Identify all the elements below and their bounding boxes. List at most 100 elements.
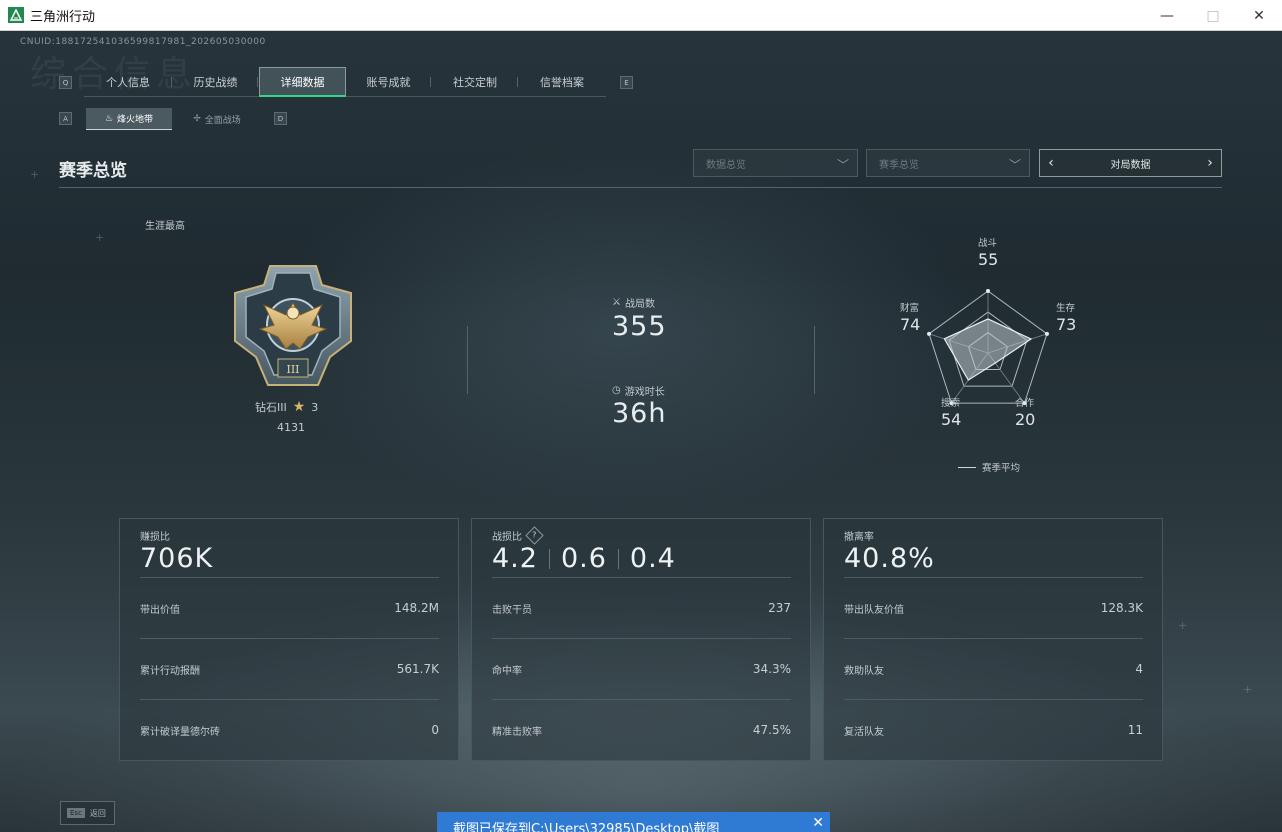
tab-reputation[interactable]: 信誉档案: [519, 67, 606, 97]
rank-stars: 3: [311, 400, 319, 414]
esc-key-hint: Esc: [67, 808, 85, 818]
tab-warfare[interactable]: ✢ 全面战场: [172, 108, 262, 130]
radar-axis-dot: [1044, 331, 1049, 336]
stat-row-label: 累计行动报酬: [140, 665, 200, 677]
panel-title-text: 战损比: [492, 532, 522, 543]
chevron-down-icon: ﹀: [836, 158, 849, 172]
rank-name: 钻石III: [255, 401, 287, 414]
stat-row-value: 11: [1127, 723, 1143, 737]
panel-title: 战损比 ?: [492, 526, 544, 545]
stat-row-value: 237: [768, 601, 791, 615]
panel-value-part: 40.8%: [844, 543, 935, 574]
matches-value: 355: [612, 311, 667, 342]
panel-value: 706K: [140, 543, 213, 574]
playtime-label: ◷ 游戏时长: [612, 383, 665, 398]
window-title: 三角洲行动: [30, 9, 96, 25]
tab-achievements[interactable]: 账号成就: [346, 67, 432, 97]
radar-axis-line: [987, 333, 1048, 354]
tab-personal-info[interactable]: 个人信息: [84, 67, 173, 97]
chevron-right-icon[interactable]: ›: [1199, 150, 1221, 176]
kd-panel: 战损比 ? 4.2 0.6 0.4 击败干员 237 命中率 34.3% 精准击…: [471, 518, 811, 761]
stat-row-value: 128.3K: [1100, 601, 1143, 615]
section-title: 赛季总览: [59, 161, 127, 181]
panel-value-part: 0.4: [629, 543, 676, 574]
stat-row: 救助队友 4: [844, 638, 1143, 699]
app-logo-icon: [8, 7, 24, 23]
stat-row-label: 带出价值: [140, 604, 180, 616]
stat-row-label: 复活队友: [844, 726, 884, 738]
radar-legend: 赛季平均: [958, 460, 1020, 474]
section-divider: [59, 187, 1222, 188]
panel-value-part: 4.2: [492, 543, 538, 574]
playtime-label-text: 游戏时长: [624, 387, 665, 398]
radar-legend-label: 赛季平均: [982, 463, 1021, 474]
hazard-zone-icon: ♨: [104, 113, 114, 124]
crosshair-decor-icon: +: [30, 168, 40, 181]
radar-series-area: [943, 318, 1033, 381]
panel-value-part: 706K: [140, 543, 214, 574]
stat-row: 累计破译量德尔砖 0: [140, 699, 439, 760]
rank-badge-icon: III: [230, 263, 356, 389]
chevron-left-icon[interactable]: ‹: [1040, 150, 1062, 176]
radar-value-search: 54: [941, 410, 962, 429]
divider: [467, 326, 468, 394]
crossed-swords-icon: ⚔: [612, 297, 621, 308]
pager-label: 对局数据: [1110, 159, 1151, 171]
crosshair-decor-icon: +: [95, 231, 105, 244]
prev-tab-key-hint[interactable]: Q: [59, 76, 72, 89]
legend-line-icon: [958, 466, 976, 468]
stat-row-value: 34.3%: [752, 662, 791, 676]
minimize-button[interactable]: —: [1144, 0, 1190, 31]
warfare-icon: ✢: [193, 114, 201, 124]
tab-detailed-data[interactable]: 详细数据: [259, 67, 346, 97]
radar-label-search: 搜索: [941, 398, 961, 409]
back-button[interactable]: Esc 返回: [60, 801, 115, 825]
radar-label-teamwork: 合作: [1015, 398, 1035, 409]
rank-info: 钻石III ★ 3: [255, 399, 318, 415]
maximize-button[interactable]: □: [1190, 0, 1236, 31]
tab-hazard-zone-label: 烽火地带: [117, 115, 154, 125]
screenshot-toast: 截图已保存到C:\Users\32985\Desktop\截图 ✕: [437, 812, 830, 832]
panel-title: 赚损比: [140, 532, 170, 543]
radar-label-survival: 生存: [1056, 303, 1076, 314]
tab-hazard-zone[interactable]: ♨ 烽火地带: [86, 108, 172, 130]
radar-axis-dot: [927, 331, 932, 336]
toast-close-icon[interactable]: ✕: [812, 815, 824, 831]
radar-value-teamwork: 20: [1015, 410, 1036, 429]
back-label: 返回: [89, 808, 106, 818]
data-overview-dropdown[interactable]: 数据总览 ﹀: [693, 149, 858, 177]
stat-row-label: 救助队友: [844, 665, 884, 677]
panel-value: 40.8%: [844, 543, 935, 574]
next-tab-key-hint[interactable]: E: [620, 76, 633, 89]
radar-label-wealth: 财富: [900, 303, 920, 314]
close-window-button[interactable]: ✕: [1236, 0, 1282, 31]
stat-row: 命中率 34.3%: [492, 638, 791, 699]
career-best-label: 生涯最高: [145, 221, 185, 232]
prev-subtab-key-hint[interactable]: A: [59, 112, 72, 125]
next-subtab-key-hint[interactable]: D: [274, 112, 287, 125]
tab-social[interactable]: 社交定制: [432, 67, 519, 97]
panel-value: 4.2 0.6 0.4: [492, 543, 676, 574]
match-data-pager: ‹ 对局数据 ›: [1039, 149, 1222, 177]
stat-row: 带出价值 148.2M: [140, 577, 439, 638]
tab-warfare-label: 全面战场: [204, 115, 241, 126]
stat-row-label: 命中率: [492, 665, 522, 677]
tab-history[interactable]: 历史战绩: [173, 67, 259, 97]
clock-icon: ◷: [612, 385, 621, 396]
help-icon[interactable]: ?: [525, 526, 544, 545]
stat-row-value: 0: [431, 723, 439, 737]
stat-row-label: 击败干员: [492, 604, 532, 616]
profit-loss-panel: 赚损比 706K 带出价值 148.2M 累计行动报酬 561.7K 累计破译量…: [119, 518, 459, 761]
season-dropdown[interactable]: 赛季总览 ﹀: [866, 149, 1030, 177]
radar-grid-ring: [967, 331, 1009, 371]
star-icon: ★: [292, 399, 306, 415]
stat-row: 带出队友价值 128.3K: [844, 577, 1143, 638]
radar-axis-line: [928, 333, 989, 354]
stat-row-label: 累计破译量德尔砖: [140, 726, 220, 738]
stat-row: 击败干员 237: [492, 577, 791, 638]
radar-axis-dot: [986, 289, 990, 293]
stat-row-label: 带出队友价值: [844, 604, 904, 616]
stat-row-value: 47.5%: [752, 723, 791, 737]
radar-value-survival: 73: [1056, 315, 1077, 334]
radar-grid-ring: [928, 290, 1048, 404]
